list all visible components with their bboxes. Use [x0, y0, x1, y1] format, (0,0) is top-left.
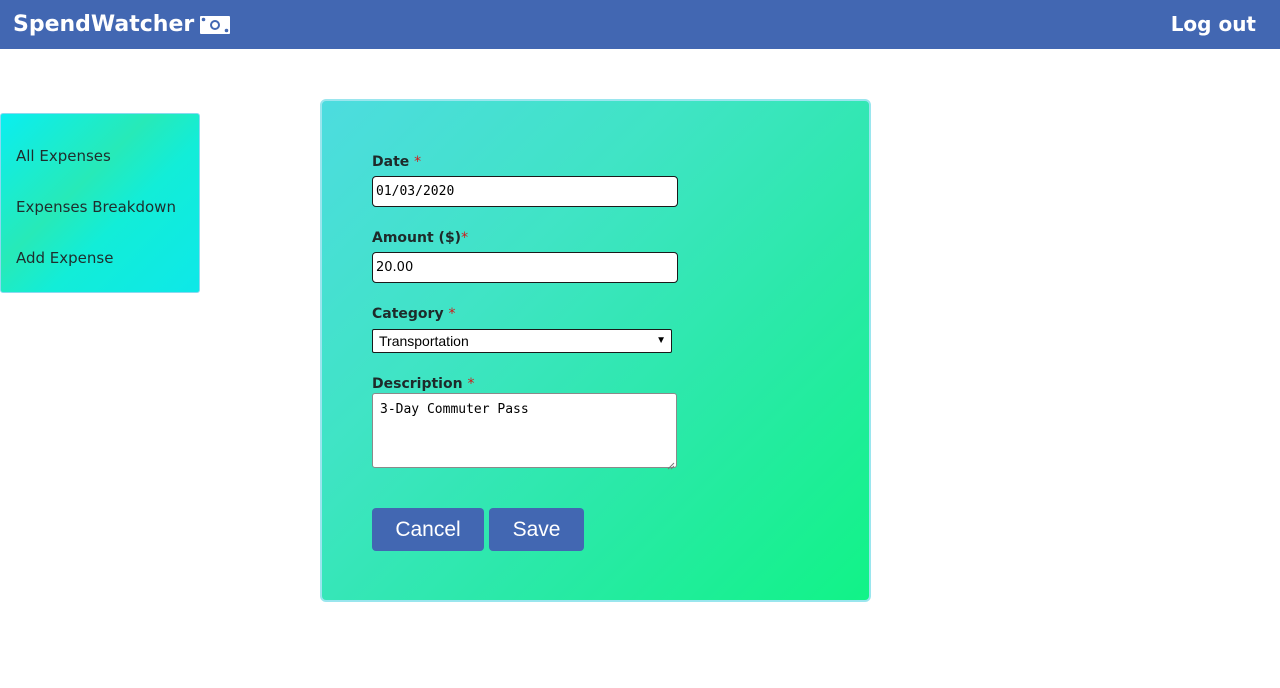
category-selected-value: Transportation	[379, 333, 469, 349]
brand-name: SpendWatcher	[13, 12, 195, 37]
required-marker: *	[448, 306, 456, 322]
save-button[interactable]: Save	[489, 508, 584, 551]
description-text: 3-Day Commuter Pass	[380, 402, 529, 417]
logout-link[interactable]: Log out	[1171, 11, 1256, 37]
dropdown-arrow-icon: ▼	[656, 335, 666, 346]
amount-input[interactable]: 20.00	[372, 252, 678, 283]
required-marker: *	[461, 230, 469, 246]
sidebar-item-expenses-breakdown[interactable]: Expenses Breakdown	[16, 197, 176, 217]
date-input[interactable]: 01/03/2020	[372, 176, 678, 207]
resize-grip-icon[interactable]	[667, 458, 675, 470]
description-textarea[interactable]: 3-Day Commuter Pass	[372, 393, 677, 470]
brand-logo[interactable]: SpendWatcher	[13, 11, 231, 39]
expense-form-card: Date * 01/03/2020 Amount ($)* 20.00 Cate…	[320, 99, 871, 602]
required-marker: *	[414, 154, 422, 170]
description-label: Description *	[372, 376, 475, 392]
sidebar-nav: All Expenses Expenses Breakdown Add Expe…	[0, 113, 200, 293]
top-navbar: SpendWatcher Log out	[0, 0, 1280, 49]
category-select[interactable]: Transportation ▼	[372, 329, 672, 353]
cancel-button[interactable]: Cancel	[372, 508, 484, 551]
required-marker: *	[467, 376, 475, 392]
money-bill-icon	[200, 15, 231, 35]
amount-label: Amount ($)*	[372, 230, 469, 246]
sidebar-item-all-expenses[interactable]: All Expenses	[16, 146, 111, 166]
category-label: Category *	[372, 306, 456, 322]
date-label: Date *	[372, 154, 422, 170]
sidebar-item-add-expense[interactable]: Add Expense	[16, 248, 113, 268]
